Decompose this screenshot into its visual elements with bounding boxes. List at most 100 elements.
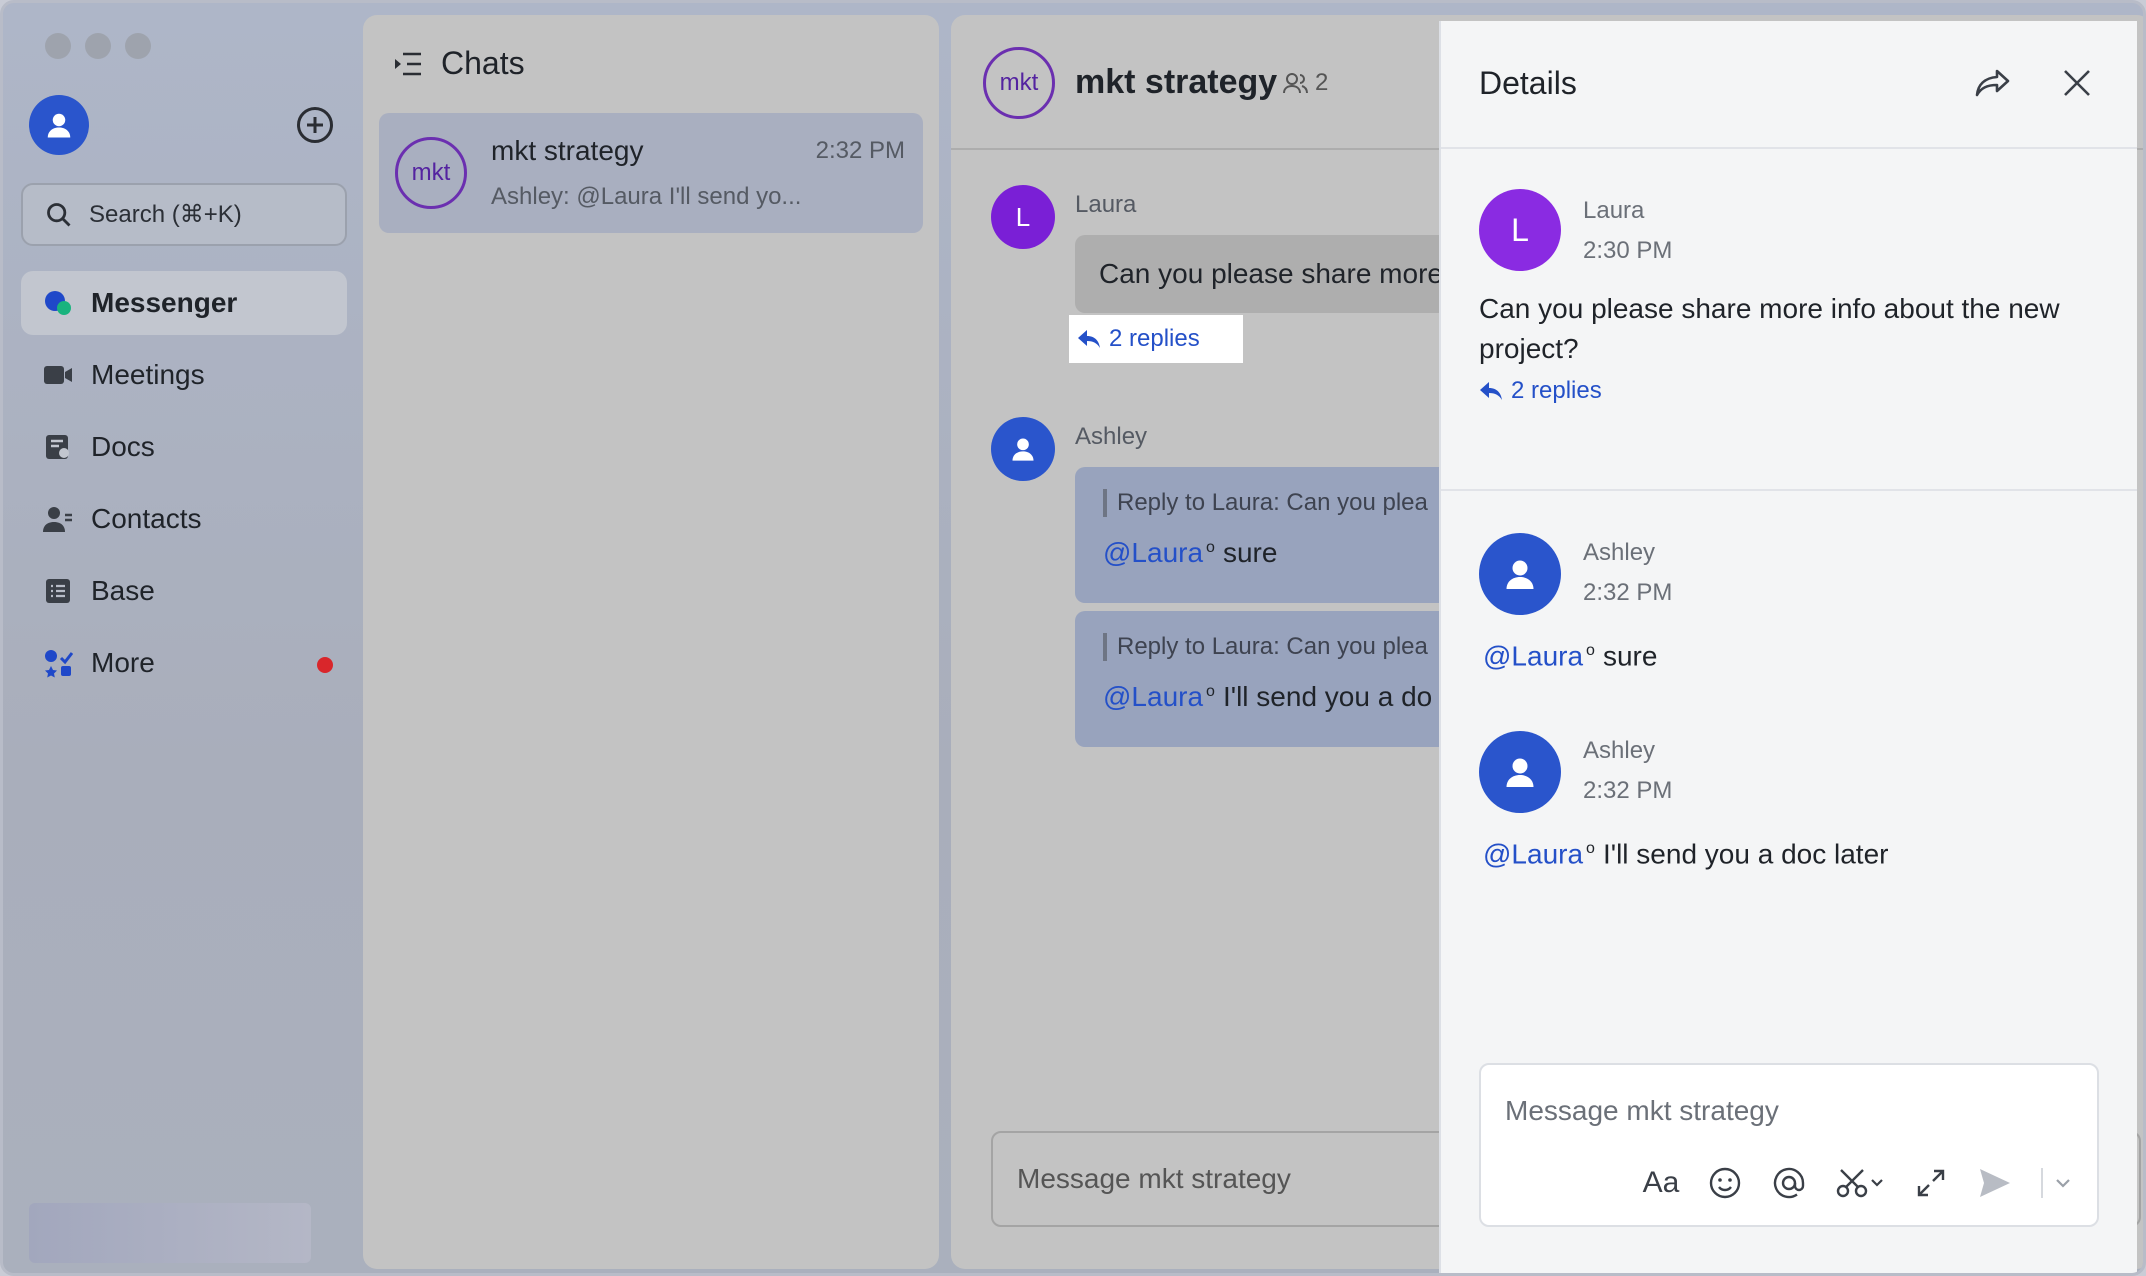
contacts-icon	[43, 504, 73, 534]
person-icon	[47, 113, 71, 138]
message-body: sure	[1222, 537, 1278, 568]
message-sender: Ashley	[1583, 539, 1656, 566]
zoom-window-button[interactable]	[125, 33, 151, 59]
message-text: @Laura o sure	[1483, 631, 1657, 676]
plus-icon	[307, 117, 323, 133]
chevron-down-icon	[2056, 1179, 2070, 1188]
collapse-list-icon[interactable]	[393, 51, 423, 77]
message-text: @Laura o I'll send you a doc later	[1483, 829, 1888, 874]
sidebar-item-label: Base	[91, 575, 155, 606]
emoji-icon	[1709, 1167, 1741, 1199]
member-count-value: 2	[1315, 69, 1329, 96]
send-icon	[1980, 1169, 2010, 1197]
mention[interactable]: @Laura	[1483, 640, 1583, 671]
message-sender: Laura	[1075, 191, 1137, 218]
message-text: @Laura o sure	[1103, 537, 1447, 569]
sidebar-item-label: Contacts	[91, 503, 202, 534]
message-input-placeholder: Message mkt strategy	[1017, 1163, 1291, 1194]
avatar[interactable]	[1479, 731, 1561, 813]
sidebar-item-contacts[interactable]: Contacts	[21, 487, 347, 551]
share-button[interactable]	[1971, 61, 2015, 105]
notification-dot	[317, 657, 333, 673]
person-icon	[1506, 560, 1534, 589]
list-item[interactable]: mkt mkt strategy 2:32 PM Ashley: @Laura …	[379, 113, 923, 233]
details-panel: Details L Laura 2:30 PM Can you please s…	[1439, 21, 2137, 1273]
search-icon	[47, 202, 71, 226]
message-bubble[interactable]: Reply to Laura: Can you plea @Laura o I'll…	[1075, 611, 1475, 747]
details-title: Details	[1479, 65, 1577, 101]
text-format-button[interactable]: Aa	[1643, 1165, 1680, 1201]
screenshot-button[interactable]	[1835, 1165, 1885, 1201]
details-header: Details	[1441, 21, 2137, 149]
emoji-button[interactable]	[1707, 1165, 1743, 1201]
scissors-icon	[1836, 1169, 1883, 1198]
sidebar-item-base[interactable]: Base	[21, 559, 347, 623]
messenger-icon	[43, 288, 73, 318]
chat-name: mkt strategy	[491, 135, 644, 166]
mention[interactable]: @Laura	[1103, 537, 1203, 568]
read-receipt-icon: o	[1206, 682, 1215, 700]
message-time: 2:30 PM	[1583, 237, 1673, 264]
minimize-window-button[interactable]	[85, 33, 111, 59]
composer-toolbar: Aa	[1643, 1165, 2073, 1201]
close-window-button[interactable]	[45, 33, 71, 59]
close-icon	[2064, 70, 2090, 96]
app-window: Search (⌘+K) Messenger Meetings Docs Con…	[0, 0, 2146, 1276]
divider	[1441, 489, 2137, 491]
avatar[interactable]	[1479, 533, 1561, 615]
sidebar-item-label: Meetings	[91, 359, 205, 390]
window-controls	[45, 33, 151, 59]
chat-list-header: Chats	[393, 45, 525, 82]
message-bubble[interactable]: Can you please share more	[1075, 235, 1475, 313]
send-button[interactable]	[1977, 1165, 2013, 1201]
replies-count: 2 replies	[1109, 325, 1200, 352]
message-text: @Laura o I'll send you a do	[1103, 681, 1447, 713]
message-sender: Ashley	[1583, 737, 1656, 764]
mention[interactable]: @Laura	[1103, 681, 1203, 712]
share-icon	[1975, 69, 2010, 97]
thread-message-input[interactable]: Message mkt strategy Aa	[1479, 1063, 2099, 1227]
avatar[interactable]: L	[991, 185, 1055, 249]
reply-arrow-icon	[1078, 330, 1100, 348]
message-body: I'll send you a do	[1222, 681, 1433, 712]
base-icon	[43, 576, 73, 606]
group-avatar: mkt	[395, 137, 467, 209]
avatar[interactable]	[991, 417, 1055, 481]
sidebar-item-meetings[interactable]: Meetings	[21, 343, 347, 407]
chat-list-title: Chats	[441, 45, 525, 81]
sidebar-item-messenger[interactable]: Messenger	[21, 271, 347, 335]
expand-button[interactable]	[1913, 1165, 1949, 1201]
member-count[interactable]: 2	[1283, 69, 1328, 97]
message-input-placeholder: Message mkt strategy	[1505, 1095, 1779, 1126]
blurred-area	[29, 1203, 311, 1263]
sidebar-item-docs[interactable]: Docs	[21, 415, 347, 479]
mention-button[interactable]	[1771, 1165, 1807, 1201]
sidebar-item-label: More	[91, 647, 155, 678]
sidebar-item-label: Docs	[91, 431, 155, 462]
mention[interactable]: @Laura	[1483, 838, 1583, 869]
message-text: Can you please share more	[1099, 258, 1443, 289]
close-button[interactable]	[2055, 61, 2099, 105]
send-options-button[interactable]	[2053, 1165, 2073, 1201]
sidebar-item-label: Messenger	[91, 287, 238, 318]
chat-list-panel: Chats mkt mkt strategy 2:32 PM Ashley: @…	[363, 15, 939, 1269]
replies-link[interactable]: 2 replies	[1069, 315, 1243, 363]
replies-link[interactable]: 2 replies	[1479, 377, 1602, 405]
message-time: 2:32 PM	[1583, 777, 1673, 804]
add-button[interactable]	[297, 107, 333, 143]
search-input[interactable]: Search (⌘+K)	[21, 183, 347, 246]
page-title[interactable]: mkt strategy	[1075, 63, 1277, 102]
reply-arrow-icon	[1480, 382, 1502, 400]
sidebar-item-more[interactable]: More	[21, 631, 347, 695]
avatar[interactable]	[29, 95, 89, 155]
message-sender: Ashley	[1075, 423, 1148, 450]
group-avatar[interactable]: mkt	[983, 47, 1055, 119]
docs-icon	[43, 432, 73, 462]
at-sign-icon	[1773, 1167, 1805, 1199]
message-body: sure	[1602, 640, 1658, 672]
message-text: Can you please share more info about the…	[1479, 293, 2060, 364]
read-receipt-icon: o	[1586, 642, 1595, 659]
message-bubble[interactable]: Reply to Laura: Can you plea @Laura o sure	[1075, 467, 1475, 603]
sidebar: Search (⌘+K) Messenger Meetings Docs Con…	[3, 3, 359, 1273]
avatar[interactable]: L	[1479, 189, 1561, 271]
